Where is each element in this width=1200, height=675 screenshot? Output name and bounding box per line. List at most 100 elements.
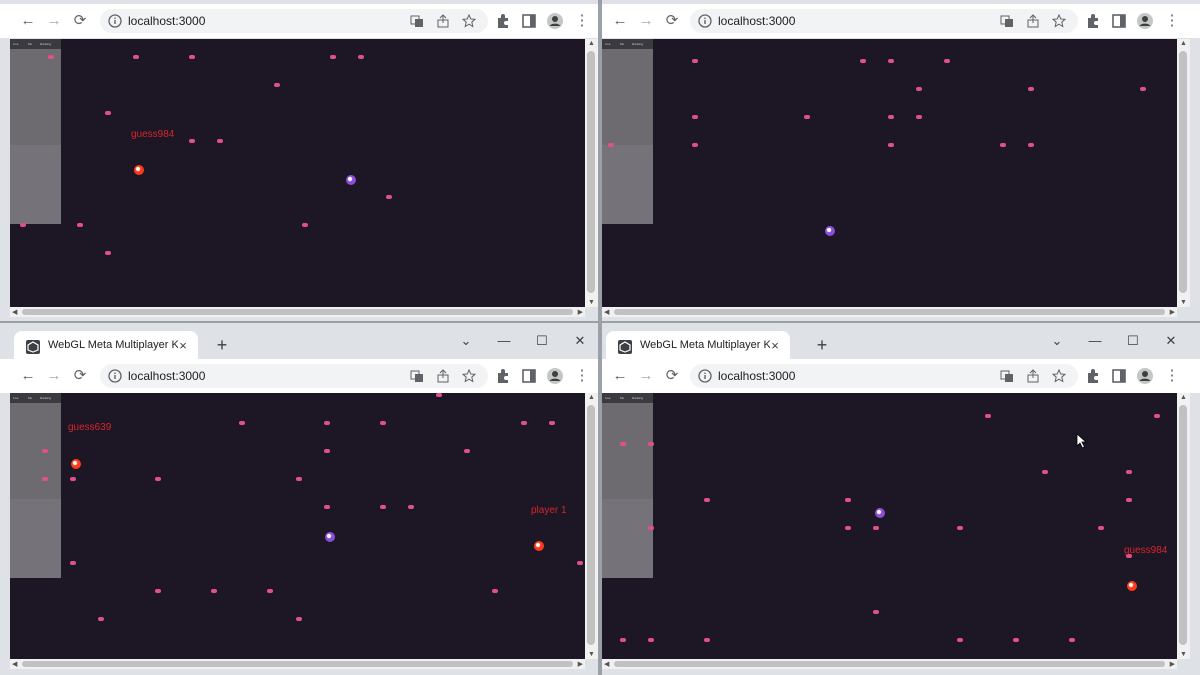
side-panel-icon[interactable] <box>1110 12 1128 30</box>
horizontal-scrollbar[interactable]: ◀ ▶ <box>602 659 1177 669</box>
scrollbar-thumb[interactable] <box>614 661 1165 667</box>
scroll-down-arrow[interactable]: ▼ <box>588 299 595 306</box>
scrollbar-thumb[interactable] <box>587 405 595 645</box>
info-icon[interactable] <box>698 369 712 383</box>
translate-icon[interactable] <box>1000 369 1014 383</box>
menu-item-ranking[interactable]: Ranking <box>40 396 51 400</box>
address-bar[interactable]: localhost:3000 <box>100 9 488 33</box>
tab-search-chevron-icon[interactable]: ⌄ <box>454 331 478 351</box>
scroll-up-arrow[interactable]: ▲ <box>1180 394 1187 401</box>
menu-item-live[interactable]: Live <box>605 42 611 46</box>
reload-button[interactable]: ⟳ <box>662 367 682 385</box>
forward-button[interactable]: → <box>636 12 656 30</box>
vertical-scrollbar[interactable]: ▲ ▼ <box>585 393 598 659</box>
back-button[interactable]: ← <box>18 12 38 30</box>
side-panel-icon[interactable] <box>520 12 538 30</box>
maximize-button[interactable]: ☐ <box>530 331 554 351</box>
game-canvas[interactable]: Live Mo Ranking guess984 <box>10 39 585 307</box>
profile-avatar-icon[interactable] <box>1136 367 1154 385</box>
translate-icon[interactable] <box>410 14 424 28</box>
close-tab-icon[interactable]: × <box>176 339 190 353</box>
bookmark-star-icon[interactable] <box>1052 369 1066 383</box>
horizontal-scrollbar[interactable]: ◀ ▶ <box>10 659 585 669</box>
scrollbar-thumb[interactable] <box>614 309 1165 315</box>
horizontal-scrollbar[interactable]: ◀ ▶ <box>10 307 585 317</box>
close-tab-icon[interactable]: × <box>768 339 782 353</box>
side-panel-icon[interactable] <box>1110 367 1128 385</box>
scroll-right-arrow[interactable]: ▶ <box>578 308 583 316</box>
scrollbar-thumb[interactable] <box>1179 405 1187 645</box>
forward-button[interactable]: → <box>44 367 64 385</box>
menu-item-mo[interactable]: Mo <box>620 396 624 400</box>
scroll-down-arrow[interactable]: ▼ <box>1180 299 1187 306</box>
game-canvas[interactable]: Live Mo Ranking guess639 player 1 <box>10 393 585 659</box>
tab-search-chevron-icon[interactable]: ⌄ <box>1045 331 1069 351</box>
browser-menu-button[interactable]: ⋮ <box>1162 12 1182 30</box>
minimize-button[interactable]: — <box>1083 331 1107 351</box>
menu-item-mo[interactable]: Mo <box>28 42 32 46</box>
extensions-icon[interactable] <box>1084 12 1102 30</box>
bookmark-star-icon[interactable] <box>462 369 476 383</box>
horizontal-scrollbar[interactable]: ◀ ▶ <box>602 307 1177 317</box>
scroll-down-arrow[interactable]: ▼ <box>1180 651 1187 658</box>
info-icon[interactable] <box>698 14 712 28</box>
menu-item-mo[interactable]: Mo <box>620 42 624 46</box>
extensions-icon[interactable] <box>494 367 512 385</box>
close-window-button[interactable]: ✕ <box>568 331 592 351</box>
reload-button[interactable]: ⟳ <box>70 12 90 30</box>
menu-item-mo[interactable]: Mo <box>28 396 32 400</box>
profile-avatar-icon[interactable] <box>546 12 564 30</box>
forward-button[interactable]: → <box>636 367 656 385</box>
extensions-icon[interactable] <box>494 12 512 30</box>
share-icon[interactable] <box>1026 369 1040 383</box>
scrollbar-thumb[interactable] <box>22 661 573 667</box>
menu-item-live[interactable]: Live <box>13 42 19 46</box>
bookmark-star-icon[interactable] <box>1052 14 1066 28</box>
extensions-icon[interactable] <box>1084 367 1102 385</box>
share-icon[interactable] <box>436 14 450 28</box>
menu-item-ranking[interactable]: Ranking <box>632 396 643 400</box>
scrollbar-thumb[interactable] <box>22 309 573 315</box>
forward-button[interactable]: → <box>44 12 64 30</box>
address-bar[interactable]: localhost:3000 <box>690 9 1078 33</box>
new-tab-button[interactable]: + <box>812 335 832 355</box>
scroll-right-arrow[interactable]: ▶ <box>578 660 583 668</box>
menu-item-live[interactable]: Live <box>13 396 19 400</box>
side-panel-icon[interactable] <box>520 367 538 385</box>
browser-menu-button[interactable]: ⋮ <box>572 367 592 385</box>
translate-icon[interactable] <box>1000 14 1014 28</box>
new-tab-button[interactable]: + <box>212 335 232 355</box>
profile-avatar-icon[interactable] <box>1136 12 1154 30</box>
maximize-button[interactable]: ☐ <box>1121 331 1145 351</box>
share-icon[interactable] <box>436 369 450 383</box>
scroll-up-arrow[interactable]: ▲ <box>588 40 595 47</box>
profile-avatar-icon[interactable] <box>546 367 564 385</box>
address-bar[interactable]: localhost:3000 <box>690 364 1078 388</box>
game-canvas[interactable]: Live Mo Ranking <box>602 39 1177 307</box>
scroll-up-arrow[interactable]: ▲ <box>1180 40 1187 47</box>
back-button[interactable]: ← <box>610 12 630 30</box>
minimize-button[interactable]: — <box>492 331 516 351</box>
vertical-scrollbar[interactable]: ▲ ▼ <box>585 39 598 307</box>
vertical-scrollbar[interactable]: ▲ ▼ <box>1177 393 1190 659</box>
back-button[interactable]: ← <box>610 367 630 385</box>
scroll-left-arrow[interactable]: ◀ <box>604 660 609 668</box>
scroll-right-arrow[interactable]: ▶ <box>1170 308 1175 316</box>
browser-menu-button[interactable]: ⋮ <box>1162 367 1182 385</box>
reload-button[interactable]: ⟳ <box>662 12 682 30</box>
bookmark-star-icon[interactable] <box>462 14 476 28</box>
vertical-scrollbar[interactable]: ▲ ▼ <box>1177 39 1190 307</box>
scroll-down-arrow[interactable]: ▼ <box>588 651 595 658</box>
menu-item-ranking[interactable]: Ranking <box>632 42 643 46</box>
scrollbar-thumb[interactable] <box>1179 51 1187 293</box>
share-icon[interactable] <box>1026 14 1040 28</box>
info-icon[interactable] <box>108 369 122 383</box>
scroll-left-arrow[interactable]: ◀ <box>12 660 17 668</box>
close-window-button[interactable]: ✕ <box>1159 331 1183 351</box>
address-bar[interactable]: localhost:3000 <box>100 364 488 388</box>
translate-icon[interactable] <box>410 369 424 383</box>
browser-menu-button[interactable]: ⋮ <box>572 12 592 30</box>
scroll-up-arrow[interactable]: ▲ <box>588 394 595 401</box>
menu-item-live[interactable]: Live <box>605 396 611 400</box>
reload-button[interactable]: ⟳ <box>70 367 90 385</box>
